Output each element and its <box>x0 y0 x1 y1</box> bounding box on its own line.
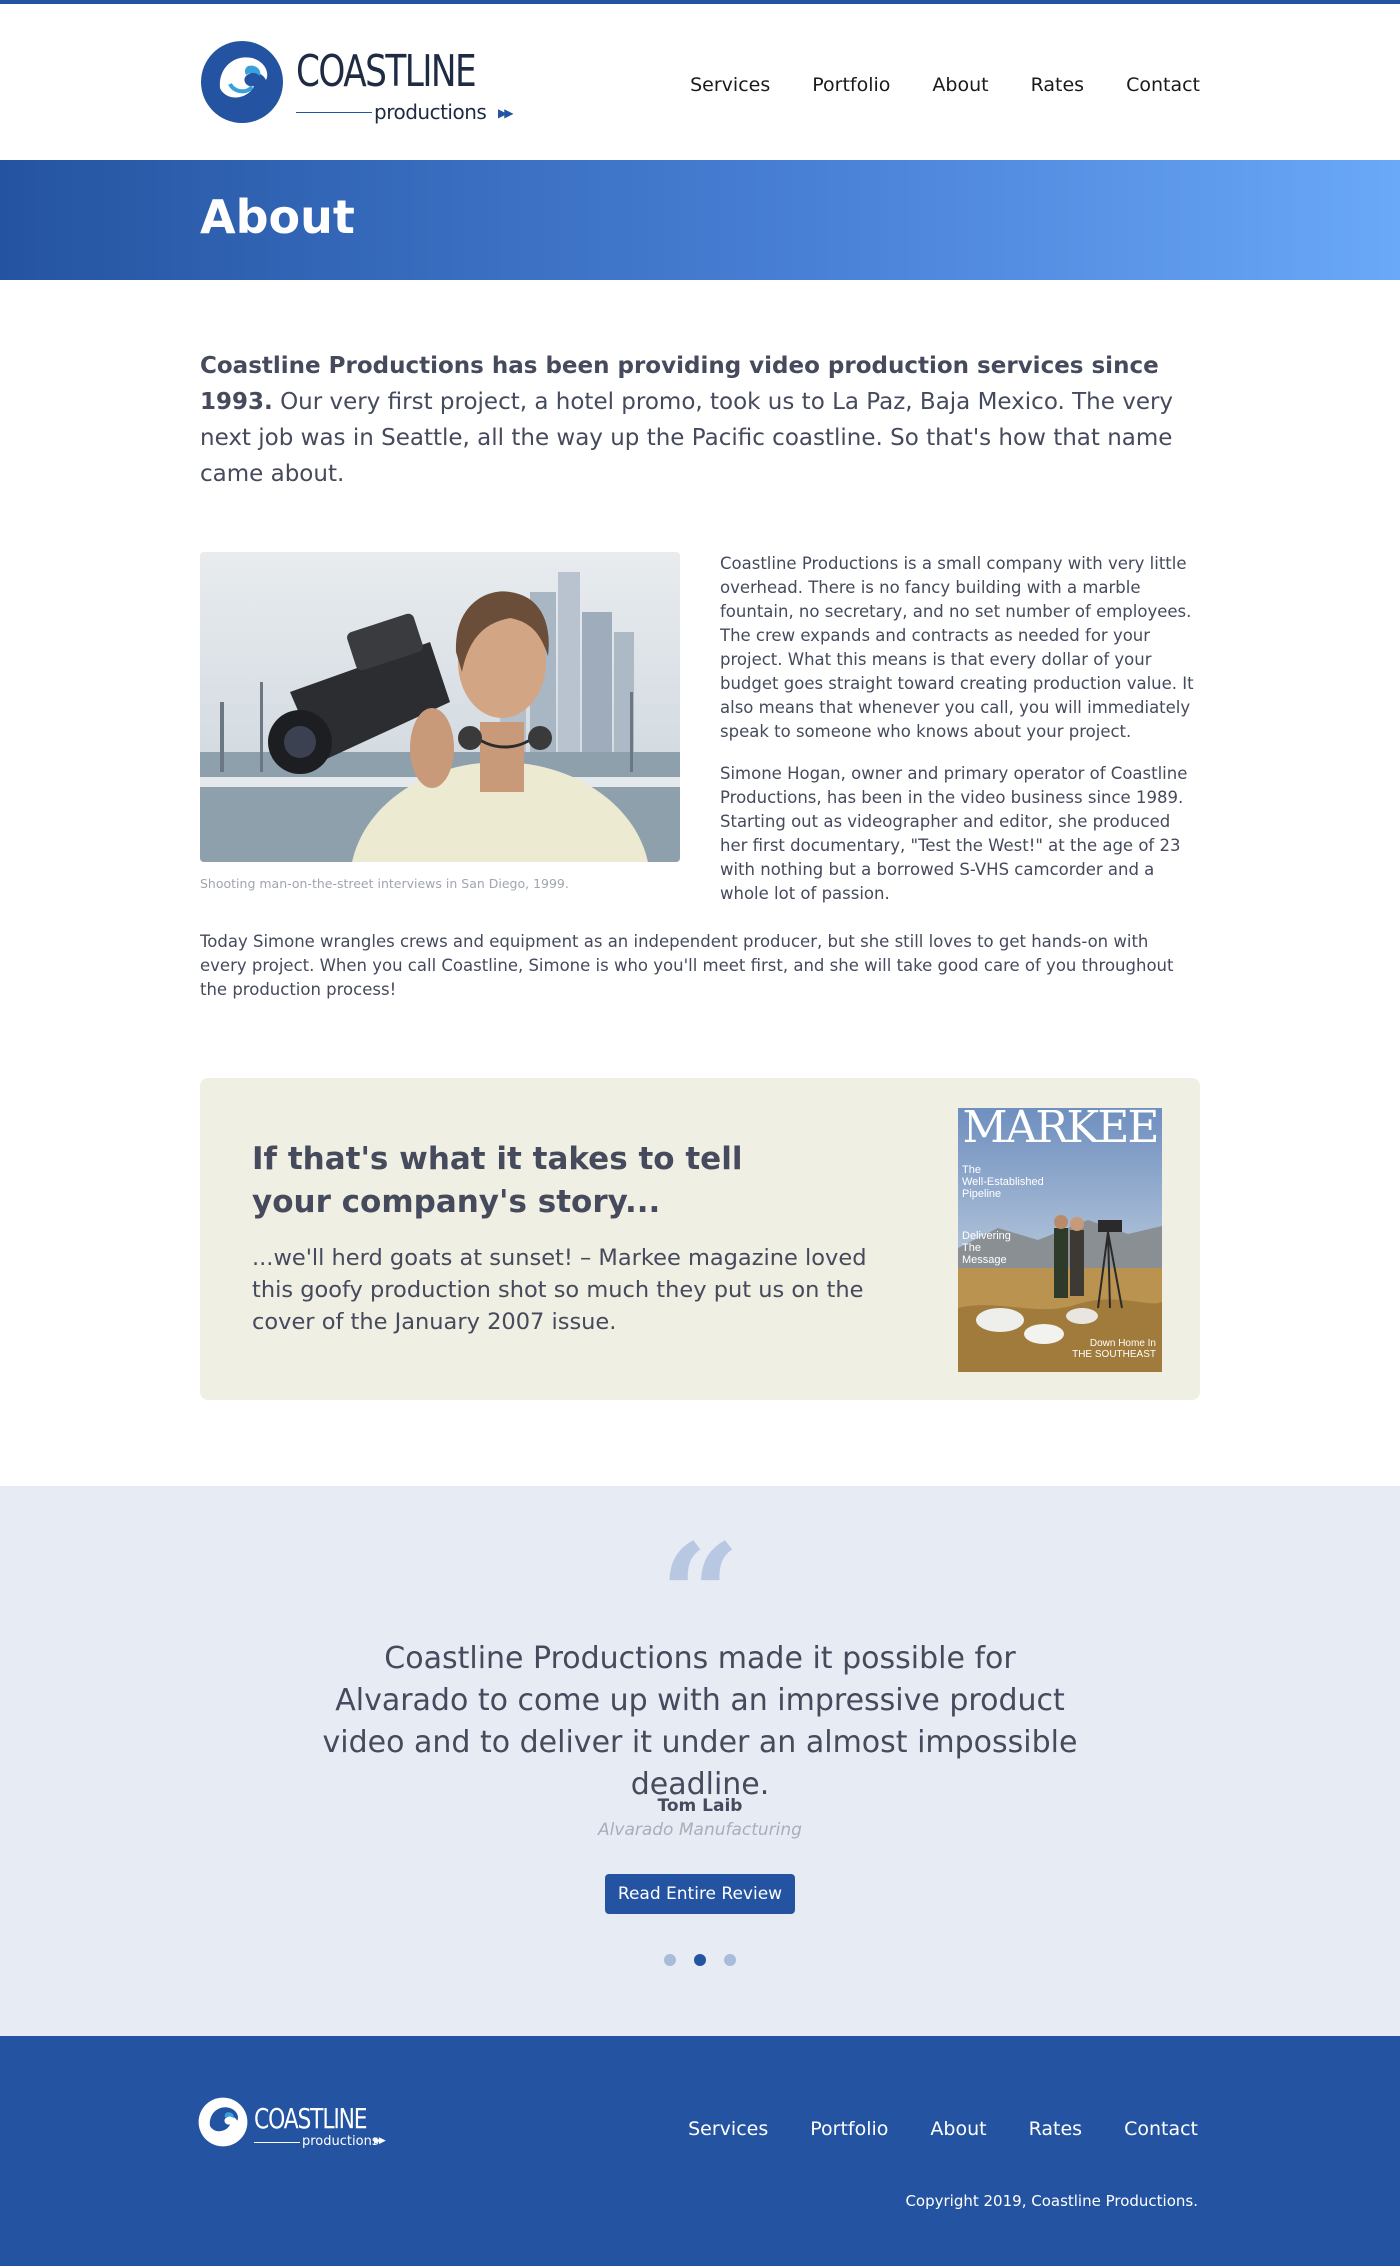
carousel-dot-1[interactable] <box>664 1954 676 1966</box>
page-title-band: About <box>0 160 1400 280</box>
wave-logo-icon <box>201 41 283 123</box>
videographer-photo <box>200 552 680 862</box>
owner-paragraph: Simone Hogan, owner and primary operator… <box>720 764 1188 903</box>
cover-headline-1: The Well-Established Pipeline <box>962 1164 1044 1200</box>
nav-services[interactable]: Services <box>690 74 770 96</box>
photo-column: Shooting man-on-the-street interviews in… <box>200 552 680 906</box>
logo-sub: productions <box>374 100 487 124</box>
footer-logo[interactable]: COASTLINE productions ▶▶ <box>198 2094 398 2150</box>
footer-nav-about[interactable]: About <box>930 2118 986 2140</box>
footer-logo-rule <box>254 2142 300 2143</box>
nav-rates[interactable]: Rates <box>1031 74 1084 96</box>
cover-line: The <box>962 1164 981 1176</box>
testimonial-section: “ Coastline Productions made it possible… <box>0 1486 1400 2036</box>
cover-line: Well-Established <box>962 1176 1044 1188</box>
page-title: About <box>200 190 355 244</box>
main-content: Coastline Productions has been providing… <box>200 348 1200 1400</box>
cover-headline-2: Delivering The Message <box>962 1230 1011 1266</box>
carousel-dots <box>0 1954 1400 1966</box>
main-nav: Services Portfolio About Rates Contact <box>648 74 1200 96</box>
footer-nav-rates[interactable]: Rates <box>1029 2118 1082 2140</box>
site-header: COASTLINE productions ▶▶ Services Portfo… <box>200 4 1200 160</box>
about-columns: Shooting man-on-the-street interviews in… <box>200 552 1200 906</box>
site-footer: COASTLINE productions ▶▶ Services Portfo… <box>0 2036 1400 2266</box>
logo-word: COASTLINE <box>296 46 477 97</box>
carousel-dot-2[interactable] <box>694 1954 706 1966</box>
fast-forward-icon: ▶▶ <box>374 2136 386 2146</box>
wave-logo-icon <box>198 2097 248 2147</box>
callout-heading: If that's what it takes to tell your com… <box>252 1141 743 1220</box>
testimonial-company: Alvarado Manufacturing <box>598 1820 802 1840</box>
photo-caption: Shooting man-on-the-street interviews in… <box>200 876 569 891</box>
nav-about[interactable]: About <box>932 74 988 96</box>
magazine-callout: If that's what it takes to tell your com… <box>200 1078 1200 1400</box>
cover-footer: Down Home In THE SOUTHEAST <box>1072 1338 1156 1360</box>
site-logo[interactable]: COASTLINE productions ▶▶ <box>200 37 520 127</box>
footer-nav-services[interactable]: Services <box>688 2118 768 2140</box>
cover-footer-line: THE SOUTHEAST <box>1072 1349 1156 1360</box>
read-review-button[interactable]: Read Entire Review <box>605 1874 795 1914</box>
cover-line: Pipeline <box>962 1188 1002 1200</box>
footer-nav: Services Portfolio About Rates Contact <box>646 2118 1198 2140</box>
lead-paragraph: Coastline Productions has been providing… <box>200 348 1200 492</box>
cover-line: Delivering <box>962 1230 1011 1242</box>
testimonial-author: Tom Laib <box>657 1796 743 1816</box>
nav-contact[interactable]: Contact <box>1126 74 1200 96</box>
fast-forward-icon: ▶▶ <box>498 106 514 120</box>
text-column: Coastline Productions is a small company… <box>720 552 1200 906</box>
footer-nav-portfolio[interactable]: Portfolio <box>810 2118 888 2140</box>
footer-nav-contact[interactable]: Contact <box>1124 2118 1198 2140</box>
callout-text: ...we'll herd goats at sunset! – Markee … <box>252 1245 867 1335</box>
footer-logo-word: COASTLINE <box>254 2102 368 2135</box>
nav-portfolio[interactable]: Portfolio <box>812 74 890 96</box>
carousel-dot-3[interactable] <box>724 1954 736 1966</box>
today-paragraph: Today Simone wrangles crews and equipmen… <box>200 932 1174 999</box>
company-paragraph: Coastline Productions is a small company… <box>720 554 1194 741</box>
footer-logo-sub: productions <box>302 2134 379 2149</box>
cover-line: The <box>962 1242 981 1254</box>
copyright-text: Copyright 2019, Coastline Productions. <box>905 2192 1198 2210</box>
logo-rule <box>296 112 372 113</box>
cover-line: Message <box>962 1254 1007 1266</box>
testimonial-quote: Coastline Productions made it possible f… <box>322 1641 1078 1802</box>
magazine-cover: MARKEE The Well-Established Pipeline Del… <box>958 1108 1162 1372</box>
logo-wordmark: COASTLINE productions ▶▶ <box>296 40 516 124</box>
cover-footer-line: Down Home In <box>1089 1338 1156 1349</box>
lead-rest: Our very first project, a hotel promo, t… <box>200 389 1174 487</box>
magazine-title: MARKEE <box>962 1108 1159 1153</box>
photo-illustration <box>200 552 680 862</box>
